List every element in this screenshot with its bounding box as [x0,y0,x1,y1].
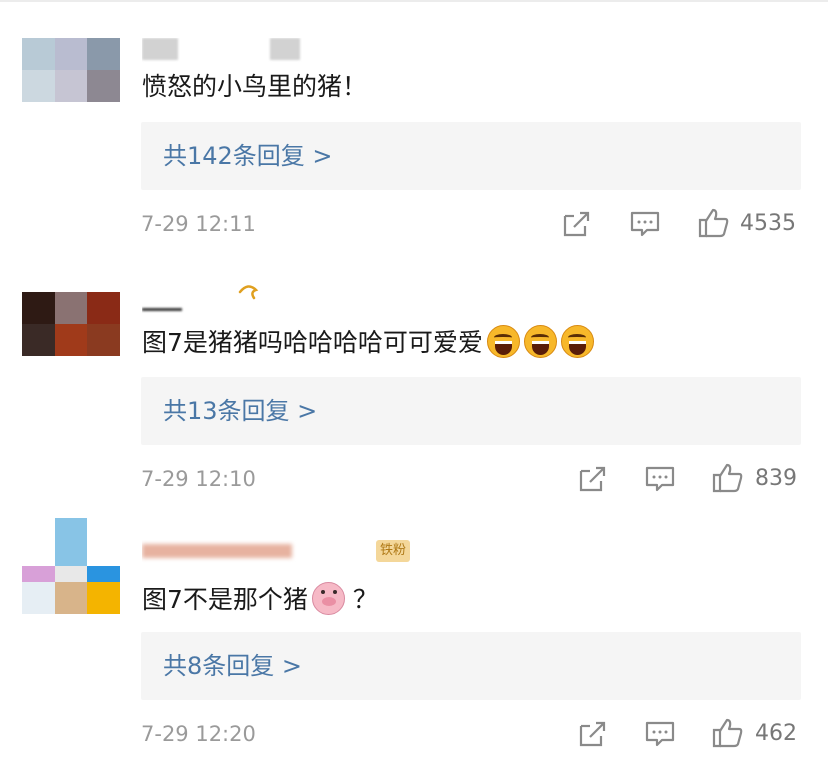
like-count: 839 [755,466,797,491]
avatar-pixel [22,518,55,566]
avatar[interactable] [22,292,120,356]
grinning-face-icon [486,325,520,358]
comment-icon[interactable] [630,210,660,238]
comment-text: 愤怒的小鸟里的猪！ [142,70,367,104]
avatar-pixel [87,38,120,70]
username-redacted[interactable] [142,38,320,64]
grinning-face-icon [560,325,594,358]
avatar-pixel [22,70,55,102]
thumbs-up-icon[interactable] [712,463,744,493]
grinning-face-icon [523,325,557,358]
timestamp: 7-29 12:10 [141,467,256,491]
avatar-pixel [87,518,120,566]
redaction-gap [198,38,250,60]
thumbs-up-icon[interactable] [712,718,744,748]
comment-text: 图7是猪猪吗哈哈哈哈可可爱爱 [142,325,594,360]
comment-suffix: ？ [352,585,378,614]
comment-footer: 7-29 12:10 839 [0,463,828,495]
top-divider [0,0,828,2]
like-count: 462 [755,721,797,746]
avatar-pixel [54,324,88,356]
avatar-pixel [22,324,55,356]
avatar[interactable] [22,38,120,102]
avatar-pixel [54,518,88,566]
view-replies-link[interactable]: 共13条回复 > [163,377,317,445]
pig-face-icon [311,582,345,615]
redaction-block [142,308,182,311]
reply-summary[interactable]: 共13条回复 > [141,377,801,445]
view-replies-link[interactable]: 共142条回复 > [163,122,333,190]
comment-body: 图7是猪猪吗哈哈哈哈可可爱爱 [142,328,483,357]
comment-footer: 7-29 12:20 462 [0,718,828,750]
avatar-pixel [22,582,55,614]
share-icon[interactable] [578,465,608,493]
avatar-pixel [22,292,55,324]
avatar-pixel [54,292,88,324]
avatar-pixel [54,582,88,614]
reply-summary[interactable]: 共8条回复 > [141,632,801,700]
decoration-icon [238,285,259,300]
avatar-pixel [87,324,120,356]
redaction-block [142,543,292,558]
comment-icon[interactable] [645,720,675,748]
share-icon[interactable] [562,210,592,238]
fan-badge: 铁粉 [376,540,411,562]
comment-body: 图7不是那个猪 [142,585,308,614]
avatar-pixel [87,292,120,324]
timestamp: 7-29 12:20 [141,722,256,746]
avatar-pixel [87,582,120,614]
redaction-block [142,38,178,60]
comment-text: 图7不是那个猪 ？ [142,582,378,617]
thumbs-up-icon[interactable] [698,208,730,238]
like-count: 4535 [740,211,796,236]
share-icon[interactable] [578,720,608,748]
timestamp: 7-29 12:11 [141,212,256,236]
redaction-block [270,38,300,60]
comment-body: 愤怒的小鸟里的猪！ [142,72,368,101]
comment-footer: 7-29 12:11 4535 [0,208,828,240]
avatar-pixel [54,70,88,102]
avatar-pixel [87,70,120,102]
reply-summary[interactable]: 共142条回复 > [141,122,801,190]
avatar-bottom [22,582,120,614]
avatar-pixel [54,38,88,70]
comment-icon[interactable] [645,465,675,493]
username-redacted[interactable] [142,540,312,566]
view-replies-link[interactable]: 共8条回复 > [163,632,302,700]
avatar-pixel [22,38,55,70]
